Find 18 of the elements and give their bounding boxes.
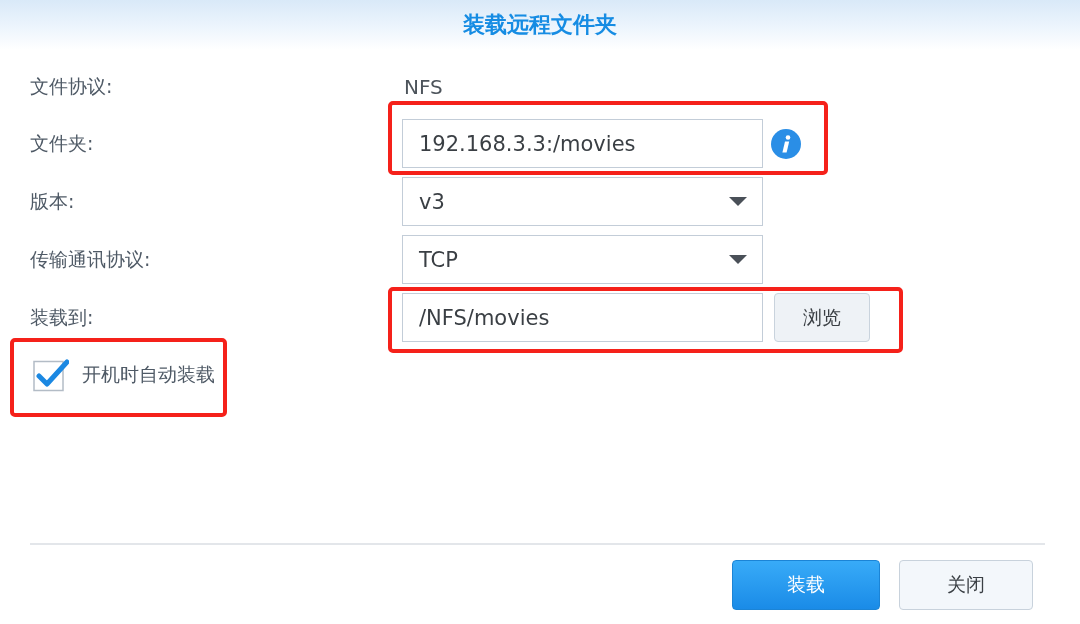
field-label: 传输通讯协议: bbox=[30, 246, 151, 272]
close-button[interactable]: 关闭 bbox=[899, 560, 1033, 610]
value-text: NFS bbox=[403, 75, 443, 99]
info-icon[interactable] bbox=[771, 128, 801, 159]
dropdown[interactable]: TCP bbox=[402, 235, 763, 284]
dialog-title: 装载远程文件夹 bbox=[463, 11, 617, 39]
field-label: 文件夹: bbox=[30, 130, 94, 156]
caret-icon bbox=[729, 197, 747, 206]
browse-button[interactable]: 浏览 bbox=[774, 293, 870, 342]
checkbox-label: 开机时自动装载 bbox=[82, 362, 215, 387]
caret-icon bbox=[729, 255, 747, 264]
checkbox[interactable] bbox=[33, 358, 69, 392]
field-label: 版本: bbox=[30, 188, 75, 214]
field-label: 装载到: bbox=[30, 304, 94, 330]
text-field[interactable]: 192.168.3.3:/movies bbox=[402, 119, 763, 168]
dropdown[interactable]: v3 bbox=[402, 177, 763, 226]
text-field[interactable]: /NFS/movies bbox=[402, 293, 763, 342]
field-label: 文件协议: bbox=[30, 74, 113, 99]
